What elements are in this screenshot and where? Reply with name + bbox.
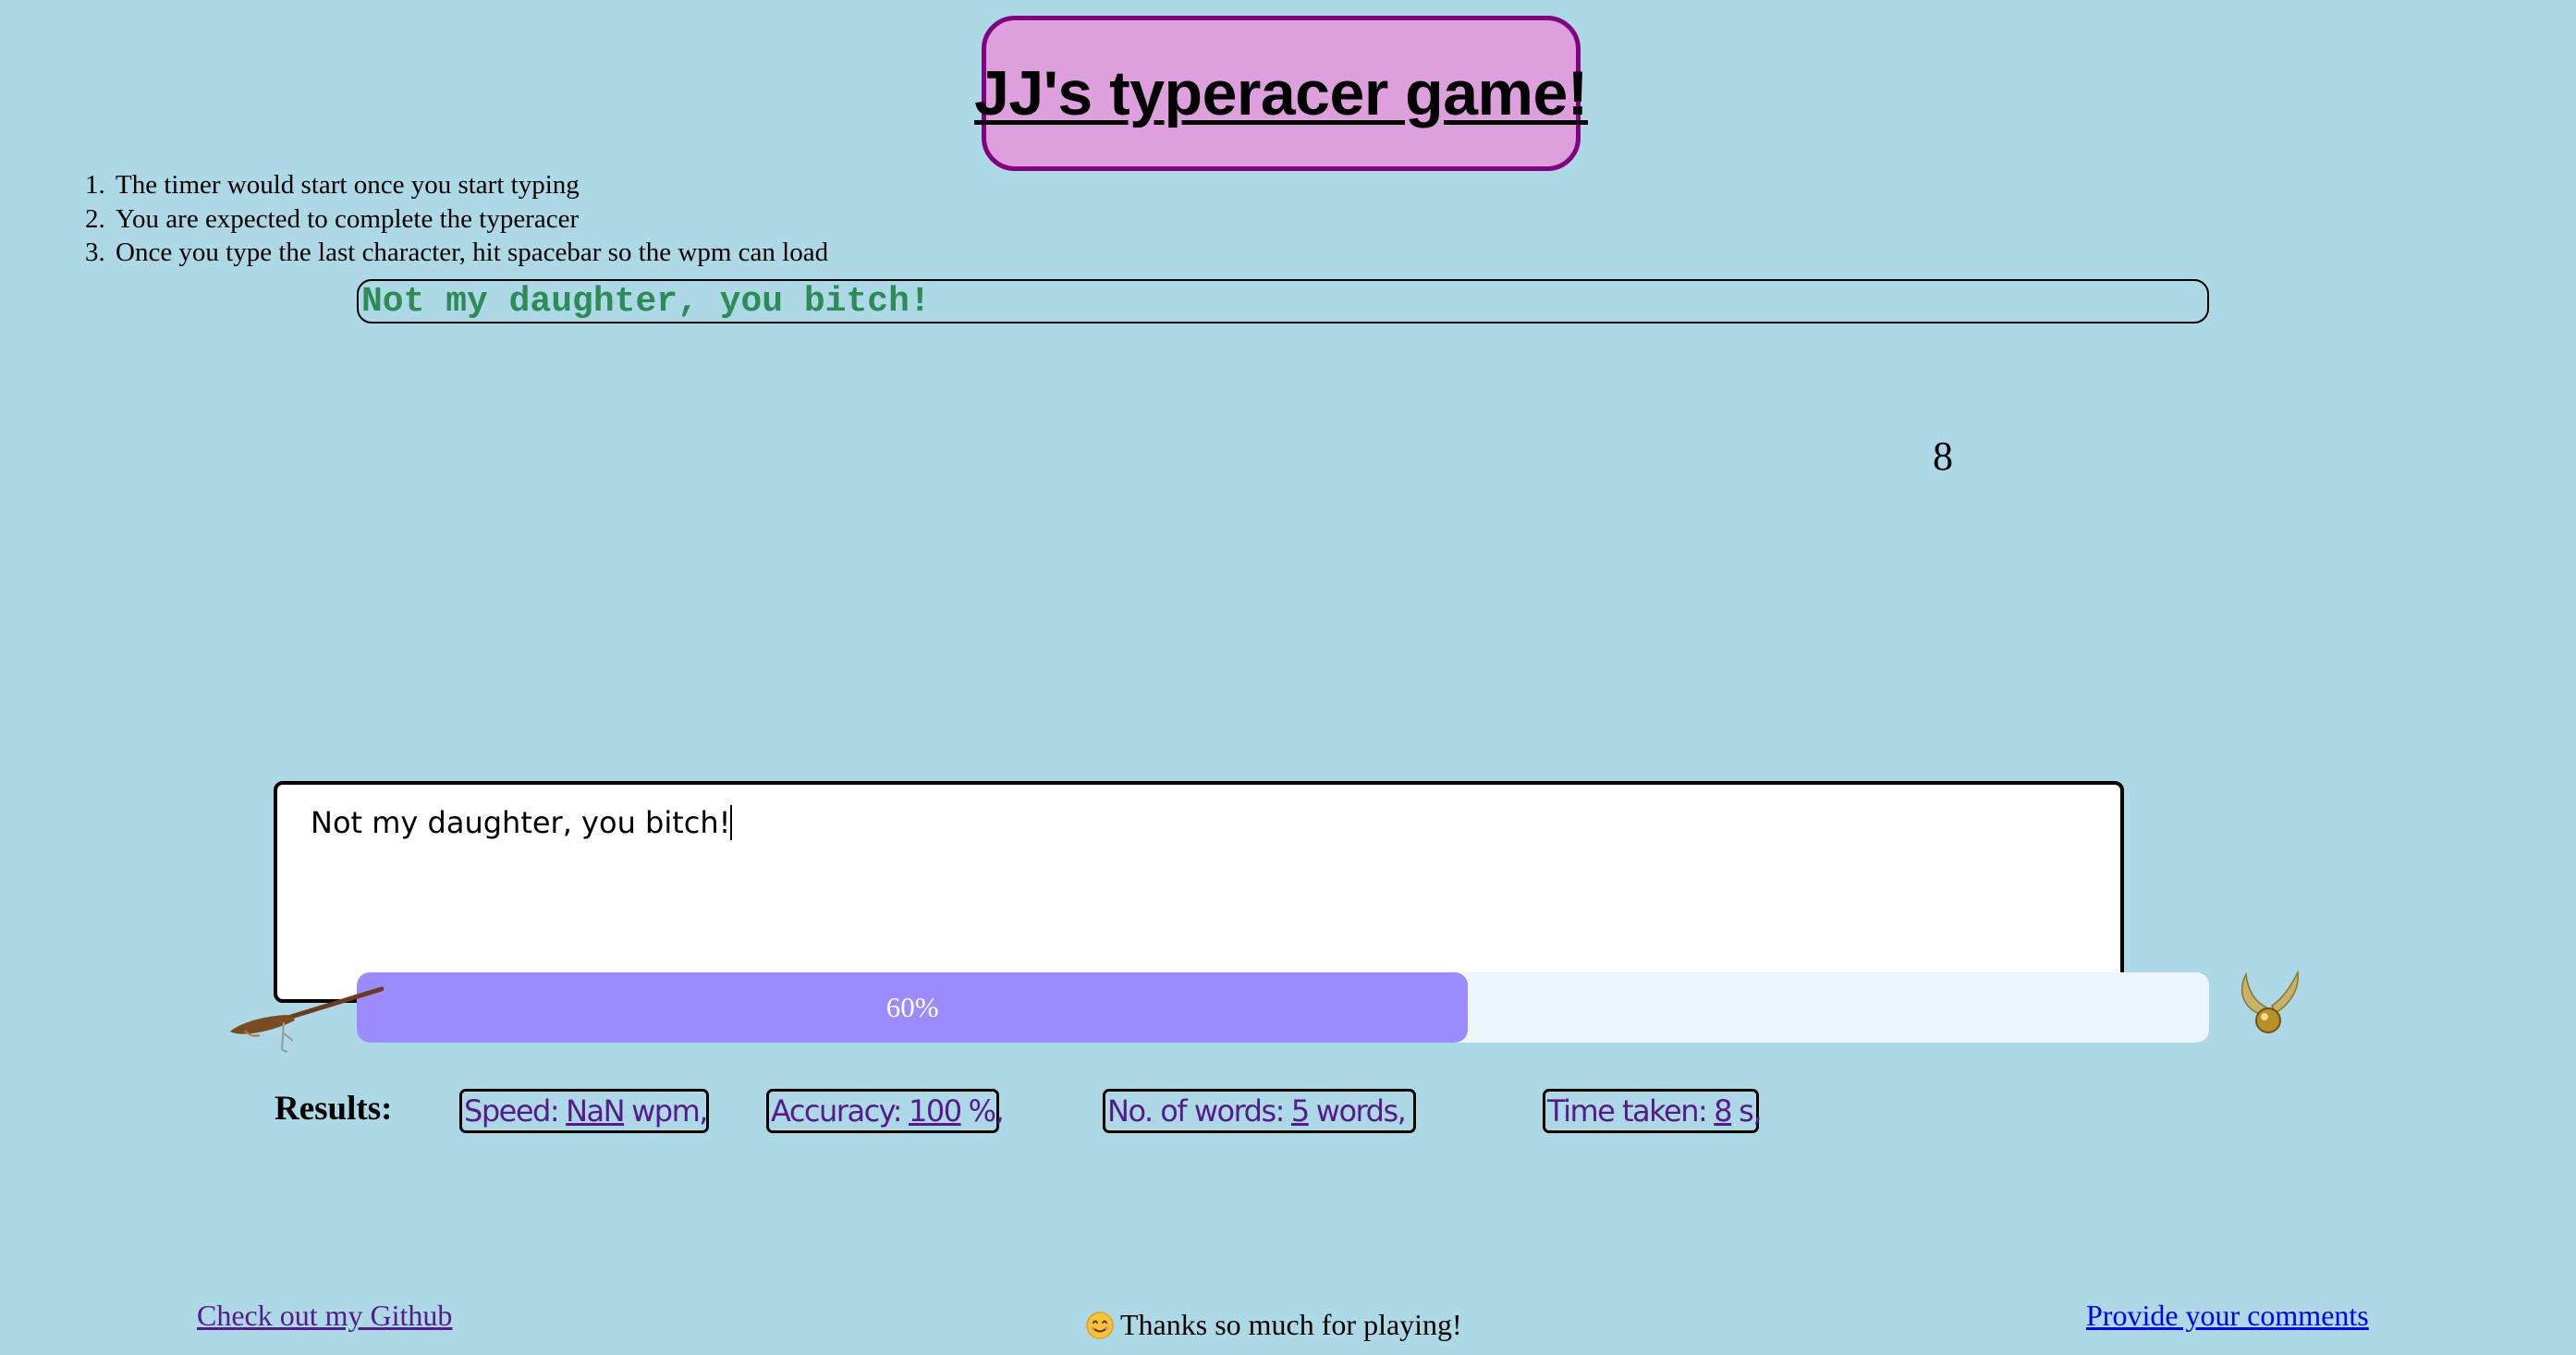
progress-bar: 60% [357,972,2209,1043]
instruction-item: 3. Once you type the last character, hit … [85,238,829,267]
word-count-result: No. of words: 5 words, [1103,1089,1416,1133]
thanks-message: Thanks so much for playing! [1085,1308,1462,1342]
quote-display: Not my daughter, you bitch! [357,279,2209,323]
provide-comments-link[interactable]: Provide your comments [2086,1299,2369,1333]
typing-input[interactable]: Not my daughter, you bitch! [274,781,2124,1003]
instructions-list: 1. The timer would start once you start t… [85,168,828,270]
page-title: JJ's typeracer game! [974,58,1588,128]
accuracy-value: 100 [909,1093,962,1129]
word-count-value: 5 [1290,1093,1310,1129]
time-taken-value: 8 [1714,1093,1732,1129]
github-link[interactable]: Check out my Github [197,1299,452,1333]
instruction-item: 1. The timer would start once you start t… [85,170,580,200]
golden-snitch-icon [2241,970,2299,1033]
instruction-item: 2. You are expected to complete the typer… [85,203,580,234]
speed-value: NaN [566,1093,625,1129]
smiling-face-icon [1086,1311,1114,1339]
text-caret [730,805,733,840]
title-banner: JJ's typeracer game! [974,16,1588,171]
speed-result: Speed: NaN wpm, [459,1089,709,1133]
broomstick-icon [230,986,384,1053]
timer-counter: 8 [1933,433,1953,479]
results-label: Results: [275,1090,393,1128]
progress-fill: 60% [357,972,1469,1043]
typing-input-value: Not my daughter, you bitch! [311,805,731,840]
time-taken-result: Time taken: 8 s, [1543,1089,1762,1133]
accuracy-result: Accuracy: 100%, [766,1089,1005,1133]
thanks-text: Thanks so much for playing! [1120,1308,1462,1341]
progress-label: 60% [885,991,939,1023]
